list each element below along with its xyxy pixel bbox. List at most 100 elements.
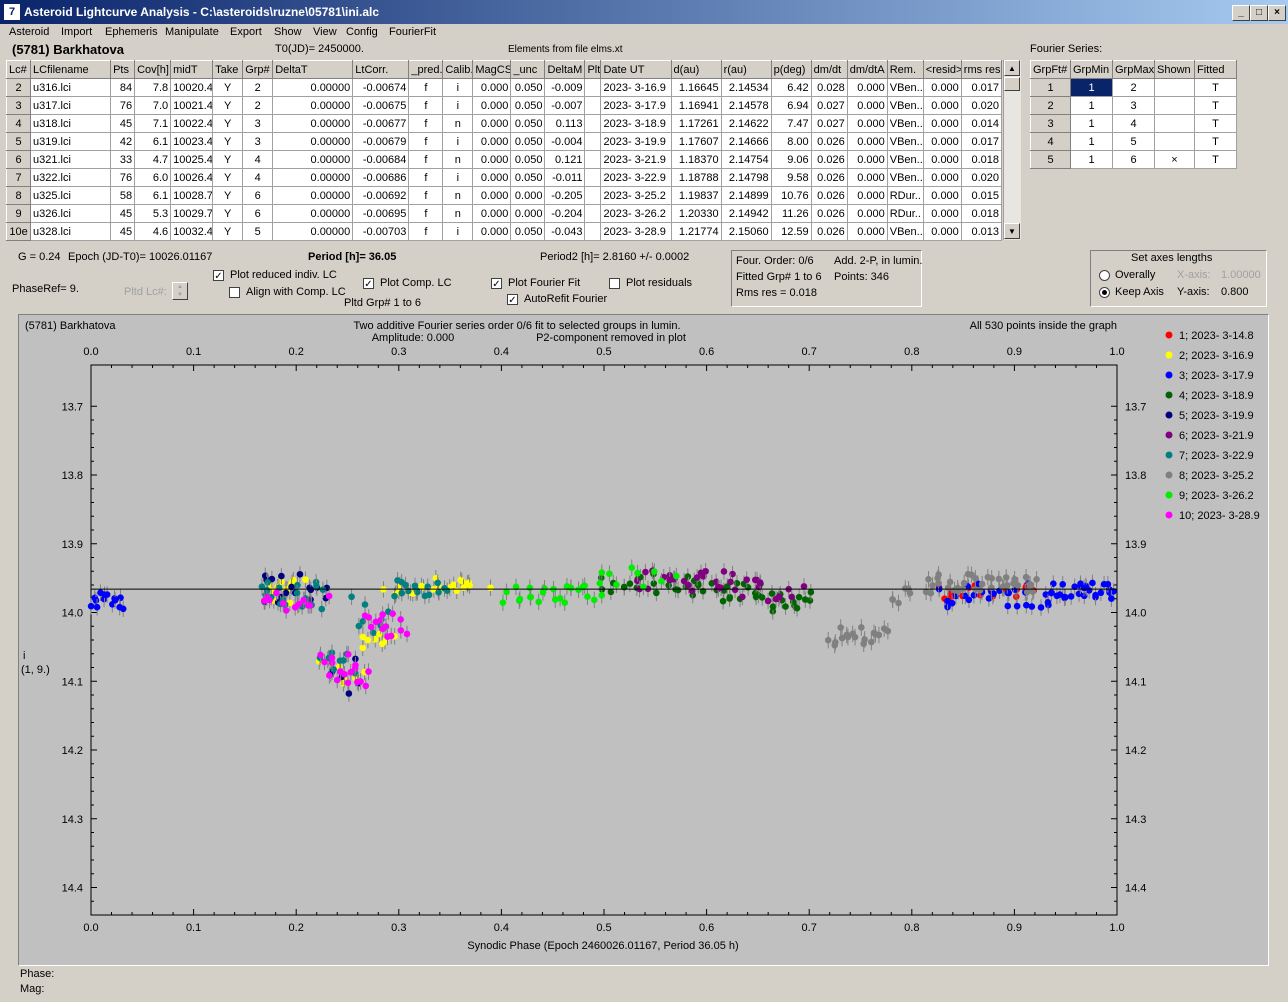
lc-col-header[interactable]: Calib. xyxy=(442,60,474,79)
table-cell[interactable]: 0.018 xyxy=(960,204,1003,223)
table-cell[interactable]: 0.000 xyxy=(922,114,962,133)
table-cell[interactable]: 33 xyxy=(110,150,136,169)
table-cell[interactable]: 0.000 xyxy=(472,168,512,187)
lc-col-header[interactable]: LtCorr. xyxy=(352,60,410,79)
menu-import[interactable]: Import xyxy=(61,26,92,38)
lc-col-header[interactable]: <resid> xyxy=(922,60,962,79)
scroll-up-icon[interactable]: ▲ xyxy=(1004,60,1020,76)
table-cell[interactable]: 7.1 xyxy=(134,114,172,133)
table-cell[interactable]: 10.76 xyxy=(770,186,812,205)
table-row[interactable]: 7 u322.lci 76 6.0 10026.4 Y 4 0.00000 -0.00686 f i… xyxy=(5,168,1003,187)
table-cell[interactable]: T xyxy=(1194,132,1237,151)
table-cell[interactable]: Y xyxy=(212,204,244,223)
table-cell[interactable]: 0.121 xyxy=(544,150,586,169)
table-cell[interactable]: 10025.4 xyxy=(170,150,214,169)
lc-col-header[interactable]: Lc# xyxy=(5,60,32,79)
row-header[interactable]: 8 xyxy=(5,186,32,205)
table-cell[interactable]: u325.lci xyxy=(30,186,112,205)
lc-col-header[interactable]: rms res xyxy=(960,60,1003,79)
table-cell[interactable]: 1.16645 xyxy=(670,78,722,97)
table-cell[interactable]: 7.0 xyxy=(134,96,172,115)
table-cell[interactable]: 0.000 xyxy=(922,186,962,205)
table-cell[interactable]: 3 xyxy=(242,114,274,133)
fourier-col-header[interactable]: GrpMax xyxy=(1112,60,1155,79)
table-cell[interactable]: 0.000 xyxy=(510,186,546,205)
table-cell[interactable]: 6 xyxy=(1112,150,1155,169)
table-cell[interactable]: 0.000 xyxy=(846,132,888,151)
table-cell[interactable]: 0.000 xyxy=(922,150,962,169)
table-cell[interactable]: 2023- 3-16.9 xyxy=(600,78,672,97)
table-cell[interactable]: u318.lci xyxy=(30,114,112,133)
table-cell[interactable]: 45 xyxy=(110,114,136,133)
table-cell[interactable] xyxy=(1154,114,1195,133)
table-cell[interactable]: 0.050 xyxy=(510,168,546,187)
table-cell[interactable]: 0.000 xyxy=(846,222,888,241)
row-header[interactable]: 3 xyxy=(5,96,32,115)
table-cell[interactable]: -0.00692 xyxy=(352,186,410,205)
table-cell[interactable]: 0.00000 xyxy=(272,96,354,115)
scroll-down-icon[interactable]: ▼ xyxy=(1004,223,1020,239)
table-cell[interactable]: VBen.. xyxy=(886,114,924,133)
lc-col-header[interactable]: Plt xyxy=(584,60,602,79)
menu-view[interactable]: View xyxy=(313,26,337,38)
table-cell[interactable]: 0.026 xyxy=(810,150,848,169)
table-cell[interactable]: Y xyxy=(212,222,244,241)
table-row[interactable]: 3 u317.lci 76 7.0 10021.4 Y 2 0.00000 -0.00675 f i… xyxy=(5,96,1003,115)
lightcurve-table-scrollbar[interactable]: ▲ ▼ xyxy=(1003,60,1021,240)
lc-col-header[interactable]: Take xyxy=(212,60,244,79)
table-cell[interactable]: 1.18370 xyxy=(670,150,722,169)
table-cell[interactable]: 0.017 xyxy=(960,132,1003,151)
table-cell[interactable]: 1.17607 xyxy=(670,132,722,151)
plot-comp-checkbox[interactable]: ✓ xyxy=(363,278,374,290)
table-cell[interactable]: -0.00675 xyxy=(352,96,410,115)
table-cell[interactable]: 1.20330 xyxy=(670,204,722,223)
table-cell[interactable]: i xyxy=(442,132,474,151)
table-cell[interactable]: 0.00000 xyxy=(272,150,354,169)
table-cell[interactable]: 0.027 xyxy=(810,96,848,115)
table-cell[interactable]: Y xyxy=(212,150,244,169)
table-cell[interactable]: VBen.. xyxy=(886,222,924,241)
table-cell[interactable]: 1 xyxy=(1070,132,1113,151)
table-cell[interactable]: 10022.4 xyxy=(170,114,214,133)
table-cell[interactable]: 0.000 xyxy=(846,114,888,133)
table-cell[interactable]: 2023- 3-22.9 xyxy=(600,168,672,187)
table-cell[interactable]: -0.007 xyxy=(544,96,586,115)
table-cell[interactable]: 10029.7 xyxy=(170,204,214,223)
table-cell[interactable]: 0.026 xyxy=(810,204,848,223)
table-cell[interactable]: 0.000 xyxy=(922,132,962,151)
table-cell[interactable]: 10020.4 xyxy=(170,78,214,97)
table-cell[interactable]: f xyxy=(408,96,444,115)
table-cell[interactable]: 0.026 xyxy=(810,222,848,241)
table-cell[interactable]: 0.026 xyxy=(810,132,848,151)
row-header[interactable]: 5 xyxy=(1030,150,1071,169)
table-cell[interactable]: 2.14666 xyxy=(720,132,772,151)
lightcurve-plot[interactable]: 0.0 0.0 0.1 0.1 0.2 0.2 0.3 0.3 0.4 0.4 0.5 0.5 0.6 0… xyxy=(18,314,1269,966)
table-cell[interactable]: 2023- 3-28.9 xyxy=(600,222,672,241)
table-cell[interactable]: 6.0 xyxy=(134,168,172,187)
table-cell[interactable]: 0.014 xyxy=(960,114,1003,133)
table-cell[interactable]: 1 xyxy=(1070,114,1113,133)
table-cell[interactable] xyxy=(584,78,602,97)
table-cell[interactable]: Y xyxy=(212,114,244,133)
table-cell[interactable]: 0.015 xyxy=(960,186,1003,205)
table-cell[interactable]: 0.050 xyxy=(510,132,546,151)
table-cell[interactable]: f xyxy=(408,222,444,241)
table-cell[interactable]: -0.00686 xyxy=(352,168,410,187)
table-cell[interactable]: n xyxy=(442,186,474,205)
fourier-col-header[interactable]: GrpFt# xyxy=(1030,60,1071,79)
table-cell[interactable]: 7.47 xyxy=(770,114,812,133)
plot-residuals-checkbox[interactable] xyxy=(609,278,620,289)
scroll-thumb[interactable] xyxy=(1004,77,1020,91)
menu-asteroid[interactable]: Asteroid xyxy=(9,26,49,38)
table-cell[interactable] xyxy=(1154,132,1195,151)
table-cell[interactable]: 0.000 xyxy=(846,96,888,115)
menu-show[interactable]: Show xyxy=(274,26,302,38)
table-cell[interactable]: u328.lci xyxy=(30,222,112,241)
table-cell[interactable]: f xyxy=(408,204,444,223)
table-cell[interactable]: 1 xyxy=(1070,96,1113,115)
table-cell[interactable]: u326.lci xyxy=(30,204,112,223)
table-cell[interactable]: 0.000 xyxy=(472,114,512,133)
table-cell[interactable]: 2.14622 xyxy=(720,114,772,133)
table-cell[interactable]: 0.000 xyxy=(922,96,962,115)
table-cell[interactable]: RDur.. xyxy=(886,186,924,205)
